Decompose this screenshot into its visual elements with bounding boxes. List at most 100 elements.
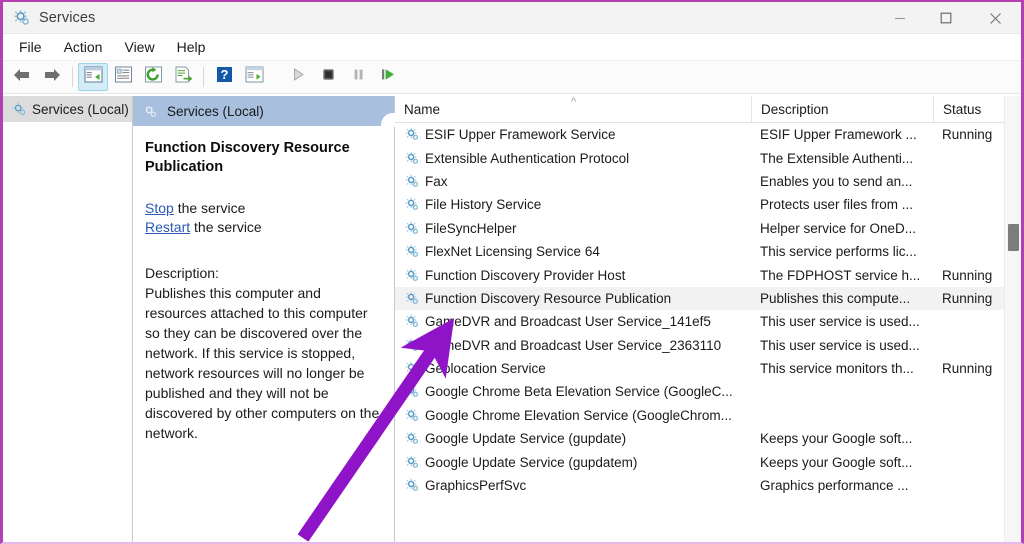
service-name-label: Google Chrome Beta Elevation Service (Go… [425, 384, 733, 400]
menu-bar: File Action View Help [3, 34, 1021, 61]
window-controls [877, 2, 1021, 34]
table-row[interactable]: Function Discovery Resource Publication P… [395, 286, 1021, 311]
table-row[interactable]: Google Update Service (gupdate) Keeps you… [395, 427, 1021, 450]
close-icon[interactable] [969, 2, 1021, 34]
table-row[interactable]: File History Service Protects user files … [395, 193, 1021, 216]
services-gear-icon [10, 100, 28, 118]
service-gear-icon [404, 127, 420, 143]
vertical-scrollbar[interactable] [1004, 96, 1021, 542]
stop-service-button[interactable] [313, 63, 343, 91]
stop-link[interactable]: Stop [145, 200, 174, 216]
cell-description: Keeps your Google soft... [760, 431, 913, 447]
table-row[interactable]: GameDVR and Broadcast User Service_23631… [395, 334, 1021, 357]
properties-icon [114, 66, 133, 88]
cell-name: Google Update Service (gupdatem) [395, 454, 751, 470]
column-header-name[interactable]: Name ^ [395, 96, 751, 123]
service-name-label: GraphicsPerfSvc [425, 478, 527, 494]
cell-status: Running [942, 290, 993, 306]
cell-name: Google Chrome Beta Elevation Service (Go… [395, 384, 751, 400]
show-hide-console-tree-button[interactable] [78, 63, 108, 91]
column-header-status[interactable]: Status [933, 96, 1008, 123]
service-name-label: Google Update Service (gupdate) [425, 431, 627, 447]
tree-node-label: Services (Local) [32, 101, 129, 117]
table-row[interactable]: FlexNet Licensing Service 64 This service… [395, 240, 1021, 263]
cell-name: Function Discovery Provider Host [395, 267, 751, 283]
table-row[interactable]: Google Chrome Elevation Service (GoogleC… [395, 404, 1021, 427]
stop-service-action: Stop the service [145, 199, 382, 218]
description-label: Description: [145, 265, 219, 281]
start-service-button[interactable] [283, 63, 313, 91]
menu-file[interactable]: File [9, 37, 52, 57]
help-button[interactable]: ? [209, 63, 239, 91]
svg-text:?: ? [220, 67, 228, 82]
cell-description: Protects user files from ... [760, 197, 914, 213]
menu-help[interactable]: Help [167, 37, 216, 57]
cell-name: Extensible Authentication Protocol [395, 150, 751, 166]
forward-button[interactable] [37, 63, 67, 91]
table-row[interactable]: Fax Enables you to send an... [395, 170, 1021, 193]
back-button[interactable] [7, 63, 37, 91]
menu-action[interactable]: Action [54, 37, 113, 57]
minimize-icon[interactable] [877, 2, 923, 34]
details-tab-services-local[interactable]: Services (Local) [133, 96, 395, 127]
maximize-icon[interactable] [923, 2, 969, 34]
cell-status: Running [942, 127, 993, 143]
main-body: Services (Local) Services (Local) Functi… [3, 96, 1021, 542]
service-gear-icon [404, 150, 420, 166]
cell-description: Graphics performance ... [760, 478, 909, 494]
cell-description: ESIF Upper Framework ... [760, 127, 917, 143]
arrow-right-icon [42, 66, 62, 89]
cell-name: Fax [395, 173, 751, 189]
service-title: Function Discovery Resource Publication [145, 140, 350, 175]
toolbar-separator-1 [72, 67, 73, 87]
services-list-pane: Name ^ Description Status ESIF Upper Fra… [395, 96, 1021, 542]
export-list-icon [174, 66, 193, 88]
table-row[interactable]: Google Chrome Beta Elevation Service (Go… [395, 380, 1021, 403]
details-tab-label: Services (Local) [167, 103, 264, 119]
table-row[interactable]: GameDVR and Broadcast User Service_141ef… [395, 310, 1021, 333]
service-name-label: ESIF Upper Framework Service [425, 127, 616, 143]
refresh-icon [144, 66, 163, 88]
service-name-label: Google Chrome Elevation Service (GoogleC… [425, 407, 732, 423]
cell-name: FileSyncHelper [395, 220, 751, 236]
cell-description: This user service is used... [760, 314, 920, 330]
column-header-row: Name ^ Description Status [395, 96, 1021, 123]
column-header-description[interactable]: Description [751, 96, 933, 123]
service-name-label: GameDVR and Broadcast User Service_141ef… [425, 314, 711, 330]
refresh-button[interactable] [138, 63, 168, 91]
cell-name: ESIF Upper Framework Service [395, 127, 751, 143]
window-title: Services [39, 9, 96, 26]
table-row[interactable]: ESIF Upper Framework Service ESIF Upper F… [395, 123, 1021, 146]
table-row[interactable]: Function Discovery Provider Host The FDPH… [395, 263, 1021, 286]
console-tree-pane: Services (Local) [3, 96, 133, 542]
help-question-icon: ? [216, 66, 233, 88]
pause-service-button[interactable] [343, 63, 373, 91]
service-gear-icon [404, 290, 420, 306]
cell-name: Function Discovery Resource Publication [395, 290, 751, 306]
table-row[interactable]: Geolocation Service This service monitors… [395, 357, 1021, 380]
cell-description: Publishes this compute... [760, 290, 911, 306]
restart-service-button[interactable] [373, 63, 403, 91]
pause-icon [351, 67, 366, 87]
cell-description: Enables you to send an... [760, 173, 913, 189]
cell-name: Google Chrome Elevation Service (GoogleC… [395, 407, 751, 423]
scrollbar-thumb[interactable] [1008, 224, 1019, 251]
arrow-left-icon [12, 66, 32, 89]
service-gear-icon [404, 407, 420, 423]
cell-name: Geolocation Service [395, 361, 751, 377]
table-row[interactable]: GraphicsPerfSvc Graphics performance ... [395, 474, 1021, 497]
menu-view[interactable]: View [114, 37, 164, 57]
table-row[interactable]: Extensible Authentication Protocol The Ex… [395, 146, 1021, 169]
tree-node-services-local[interactable]: Services (Local) [3, 96, 132, 122]
restart-service-action: Restart the service [145, 218, 382, 237]
table-row[interactable]: Google Update Service (gupdatem) Keeps yo… [395, 450, 1021, 473]
export-list-button[interactable] [168, 63, 198, 91]
restart-link[interactable]: Restart [145, 219, 190, 235]
table-row[interactable]: FileSyncHelper Helper service for OneD... [395, 217, 1021, 240]
details-pane: Services (Local) Function Discovery Reso… [133, 96, 395, 542]
service-name-label: Fax [425, 173, 448, 189]
properties-button[interactable] [108, 63, 138, 91]
services-rows: ESIF Upper Framework Service ESIF Upper F… [395, 123, 1021, 542]
service-name-label: Extensible Authentication Protocol [425, 150, 630, 166]
show-action-pane-button[interactable] [239, 63, 269, 91]
